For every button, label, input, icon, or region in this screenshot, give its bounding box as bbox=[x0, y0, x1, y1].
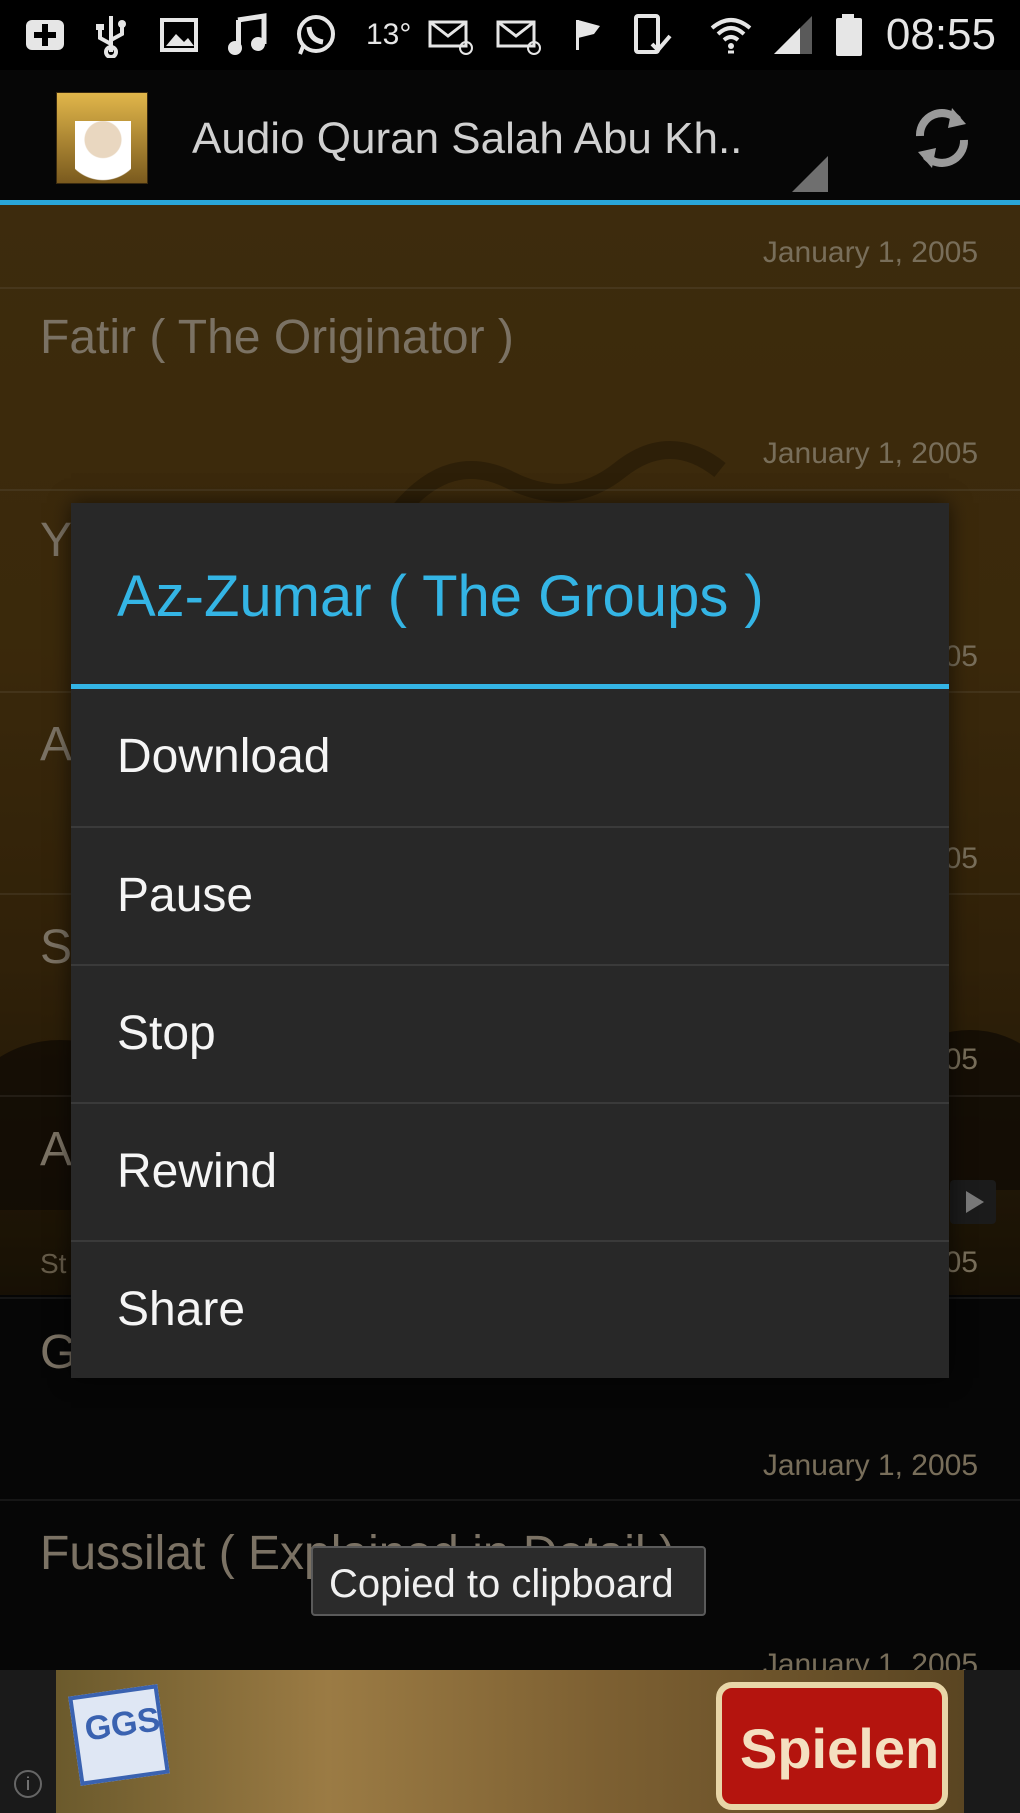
status-bar: 13° 08:55 bbox=[0, 0, 1020, 70]
reciter-portrait bbox=[75, 121, 131, 183]
add-notification-icon bbox=[22, 12, 68, 58]
clock: 08:55 bbox=[885, 10, 996, 59]
ad-play-button[interactable]: Spielen bbox=[716, 1682, 948, 1810]
menu-item-share[interactable]: Share bbox=[71, 1242, 949, 1379]
signal-icon bbox=[770, 12, 816, 58]
email-icon-2 bbox=[496, 12, 542, 58]
temperature-indicator: 13° bbox=[366, 18, 412, 51]
menu-item-download[interactable]: Download bbox=[71, 689, 949, 826]
context-menu-dialog: Az-Zumar ( The Groups ) Download Pause S… bbox=[71, 503, 949, 1378]
ad-image[interactable]: GGS Spielen bbox=[56, 1670, 964, 1813]
device-check-icon bbox=[630, 12, 676, 58]
ad-logo-text: GGS bbox=[82, 1700, 163, 1749]
menu-item-label: Pause bbox=[117, 869, 254, 922]
ad-button-label: Spielen bbox=[740, 1717, 940, 1780]
toast-text: Copied to clipboard bbox=[329, 1562, 674, 1606]
menu-item-rewind[interactable]: Rewind bbox=[71, 1104, 949, 1241]
app-logo[interactable] bbox=[56, 92, 148, 184]
whatsapp-icon bbox=[292, 12, 338, 58]
menu-item-label: Share bbox=[117, 1283, 246, 1336]
wifi-icon bbox=[708, 12, 754, 58]
spinner-indicator bbox=[792, 156, 828, 192]
menu-item-label: Rewind bbox=[117, 1145, 278, 1198]
menu-item-label: Download bbox=[117, 730, 331, 783]
ad-logo: GGS bbox=[68, 1684, 170, 1786]
menu-item-pause[interactable]: Pause bbox=[71, 828, 949, 965]
flag-icon bbox=[564, 12, 610, 58]
dialog-title: Az-Zumar ( The Groups ) bbox=[117, 564, 764, 629]
image-icon bbox=[156, 12, 202, 58]
ad-info-icon[interactable]: i bbox=[14, 1770, 42, 1798]
menu-item-label: Stop bbox=[117, 1007, 216, 1060]
music-icon bbox=[224, 12, 270, 58]
refresh-icon[interactable] bbox=[906, 102, 978, 174]
menu-item-stop[interactable]: Stop bbox=[71, 966, 949, 1103]
email-icon bbox=[428, 12, 474, 58]
usb-icon bbox=[88, 12, 134, 59]
ad-banner[interactable]: GGS Spielen i bbox=[0, 1670, 1020, 1813]
toast-message: Copied to clipboard bbox=[311, 1546, 706, 1616]
battery-icon bbox=[828, 12, 874, 58]
app-title-spinner[interactable]: Audio Quran Salah Abu Kh.. bbox=[192, 114, 742, 164]
